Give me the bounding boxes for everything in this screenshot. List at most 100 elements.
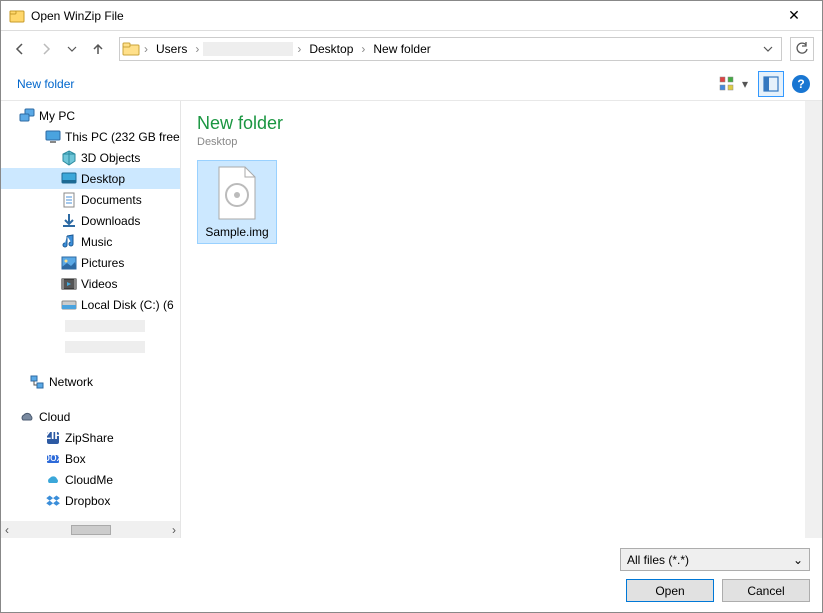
blank-icon (45, 318, 61, 334)
chevron-right-icon: › (142, 42, 150, 56)
tree-label: Desktop (81, 172, 125, 186)
view-dropdown-icon[interactable]: ▾ (742, 77, 756, 91)
file-type-filter[interactable]: All files (*.*) ⌄ (620, 548, 810, 571)
tree-label: Dropbox (65, 494, 110, 508)
tree-item-dropbox[interactable]: Dropbox (1, 490, 180, 511)
tree-label: ZipShare (65, 431, 114, 445)
dropbox-icon (45, 493, 61, 509)
music-icon (61, 234, 77, 250)
desktop-icon (61, 171, 77, 187)
preview-pane-button[interactable] (758, 71, 784, 97)
footer: All files (*.*) ⌄ Open Cancel (1, 538, 822, 612)
cancel-button[interactable]: Cancel (722, 579, 810, 602)
tree-item-desktop[interactable]: Desktop (1, 168, 180, 189)
filter-label: All files (*.*) (627, 553, 689, 567)
content-area: New folder Desktop Sample.img (181, 101, 822, 538)
svg-text:ZIP: ZIP (45, 430, 61, 442)
close-button[interactable]: ✕ (774, 7, 814, 24)
toolbar: New folder ▾ ? (1, 67, 822, 101)
crumb-redacted[interactable] (203, 42, 293, 56)
up-button[interactable] (87, 38, 109, 60)
tree-item-my-pc[interactable]: My PC (1, 105, 180, 126)
chevron-right-icon: › (295, 42, 303, 56)
forward-button (35, 38, 57, 60)
tree-item-cloud[interactable]: Cloud (1, 406, 180, 427)
box-icon: box (45, 451, 61, 467)
tree-item-local-disk-c-6[interactable]: Local Disk (C:) (6 (1, 294, 180, 315)
view-options-button[interactable] (714, 71, 740, 97)
file-label: Sample.img (205, 225, 268, 239)
nav-row: › Users › › Desktop › New folder (1, 31, 822, 67)
content-header: New folder Desktop (197, 113, 789, 148)
download-icon (61, 213, 77, 229)
tree-item-box[interactable]: box Box (1, 448, 180, 469)
tree-label: Documents (81, 193, 142, 207)
chevron-down-icon: ⌄ (793, 553, 803, 567)
folder-icon (122, 40, 140, 58)
app-icon (9, 8, 25, 24)
tree-label: 3D Objects (81, 151, 140, 165)
folder-subtitle: Desktop (197, 136, 789, 148)
tree-item-music[interactable]: Music (1, 231, 180, 252)
tree-item-pictures[interactable]: Pictures (1, 252, 180, 273)
tree-item-3d-objects[interactable]: 3D Objects (1, 147, 180, 168)
vertical-scrollbar[interactable] (805, 101, 822, 538)
open-button[interactable]: Open (626, 579, 714, 602)
crumb-users[interactable]: Users (152, 42, 191, 56)
tree-label: Videos (81, 277, 117, 291)
recent-dropdown[interactable] (61, 38, 83, 60)
network-icon (29, 374, 45, 390)
file-grid: Sample.img (197, 160, 789, 244)
tree-label: My PC (39, 109, 75, 123)
tree-label: This PC (232 GB free (65, 130, 180, 144)
tree-item-documents[interactable]: Documents (1, 189, 180, 210)
crumb-newfolder[interactable]: New folder (369, 42, 434, 56)
chevron-right-icon: › (193, 42, 201, 56)
main-area: My PC This PC (232 GB free 3D Objects Deskt… (1, 101, 822, 538)
new-folder-button[interactable]: New folder (13, 73, 78, 95)
back-button[interactable] (9, 38, 31, 60)
help-button[interactable]: ? (792, 75, 810, 93)
3d-icon (61, 150, 77, 166)
pc-icon (19, 108, 35, 124)
scroll-right-icon[interactable]: › (172, 523, 176, 537)
zipshare-icon: ZIP (45, 430, 61, 446)
tree-label: CloudMe (65, 473, 113, 487)
tree-item-downloads[interactable]: Downloads (1, 210, 180, 231)
tree-item-zipshare[interactable]: ZIP ZipShare (1, 427, 180, 448)
tree-label: Network (49, 375, 93, 389)
video-icon (61, 276, 77, 292)
tree-item-redacted-10[interactable] (1, 315, 180, 336)
doc-icon (61, 192, 77, 208)
monitor-icon (45, 129, 61, 145)
tree-label: Box (65, 452, 86, 466)
cloud-icon (19, 409, 35, 425)
refresh-button[interactable] (790, 37, 814, 61)
breadcrumb[interactable]: › Users › › Desktop › New folder (119, 37, 782, 61)
file-icon (213, 165, 261, 221)
tree-item-this-pc-232-gb-free[interactable]: This PC (232 GB free (1, 126, 180, 147)
scroll-left-icon[interactable]: ‹ (5, 523, 9, 537)
tree-label (65, 341, 145, 353)
tree-label: Downloads (81, 214, 140, 228)
titlebar: Open WinZip File ✕ (1, 1, 822, 31)
file-item[interactable]: Sample.img (197, 160, 277, 244)
tree-label: Music (81, 235, 112, 249)
tree-label: Local Disk (C:) (6 (81, 298, 174, 312)
tree-label: Pictures (81, 256, 124, 270)
sidebar: My PC This PC (232 GB free 3D Objects Deskt… (1, 101, 181, 538)
tree-item-network[interactable]: Network (1, 371, 180, 392)
crumb-desktop[interactable]: Desktop (305, 42, 357, 56)
scroll-thumb[interactable] (71, 525, 111, 535)
chevron-right-icon: › (359, 42, 367, 56)
blank-icon (45, 339, 61, 355)
tree-item-videos[interactable]: Videos (1, 273, 180, 294)
disk-icon (61, 297, 77, 313)
picture-icon (61, 255, 77, 271)
folder-title: New folder (197, 113, 789, 134)
tree-label: Cloud (39, 410, 70, 424)
horizontal-scrollbar[interactable]: ‹ › (1, 521, 180, 538)
breadcrumb-dropdown[interactable] (757, 44, 779, 54)
tree-item-cloudme[interactable]: CloudMe (1, 469, 180, 490)
tree-item-redacted-11[interactable] (1, 336, 180, 357)
